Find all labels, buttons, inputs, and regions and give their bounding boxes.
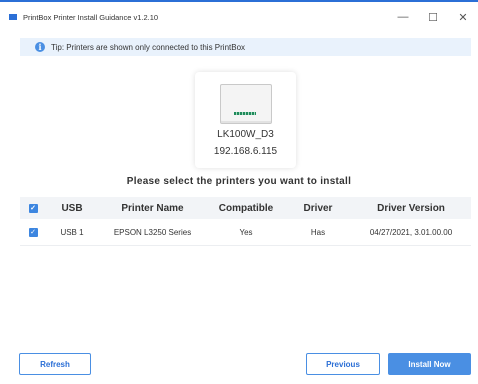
device-name: LK100W_D3: [217, 129, 274, 140]
column-header-driver: Driver: [303, 202, 333, 214]
install-now-button[interactable]: Install Now: [388, 353, 471, 375]
tip-banner: i Tip: Printers are shown only connected…: [20, 38, 471, 56]
app-icon: [9, 14, 17, 20]
cell-printer-name: EPSON L3250 Series: [113, 227, 192, 237]
select-printers-heading: Please select the printers you want to i…: [126, 176, 352, 187]
previous-button[interactable]: Previous: [306, 353, 380, 375]
table-header: ✓ USB Printer Name Compatible Driver Dri…: [20, 197, 471, 219]
maximize-icon[interactable]: ☐: [418, 2, 448, 32]
printer-table: ✓ USB Printer Name Compatible Driver Dri…: [20, 197, 471, 246]
printbox-device-icon: [220, 84, 272, 124]
cell-driver-version: 04/27/2021, 3.01.00.00: [369, 227, 453, 237]
column-header-compatible: Compatible: [218, 202, 274, 214]
window-title: PrintBox Printer Install Guidance v1.2.1…: [23, 12, 159, 22]
printbox-device-card: LK100W_D3 192.168.6.115: [195, 72, 296, 168]
cell-usb: USB 1: [60, 227, 84, 237]
minimize-icon[interactable]: —: [388, 2, 418, 32]
select-all-checkbox[interactable]: ✓: [28, 203, 38, 213]
table-row[interactable]: ✓ USB 1 EPSON L3250 Series Yes Has 04/27…: [20, 219, 471, 246]
window-controls: — ☐ ✕: [388, 2, 478, 32]
column-header-driver-version: Driver Version: [377, 202, 445, 214]
cell-compatible: Yes: [239, 227, 253, 237]
row-checkbox-cell: ✓: [20, 227, 46, 237]
row-checkbox[interactable]: ✓: [28, 227, 38, 237]
refresh-button[interactable]: Refresh: [19, 353, 91, 375]
close-icon[interactable]: ✕: [448, 2, 478, 32]
title-bar: PrintBox Printer Install Guidance v1.2.1…: [0, 2, 478, 32]
tip-text: Tip: Printers are shown only connected t…: [51, 42, 246, 52]
device-ip: 192.168.6.115: [213, 146, 278, 157]
column-header-usb: USB: [61, 202, 83, 214]
cell-driver: Has: [310, 227, 326, 237]
column-header-printer-name: Printer Name: [121, 202, 184, 214]
device-port: [234, 112, 256, 115]
info-icon: i: [35, 42, 45, 52]
select-all-cell: ✓: [20, 203, 46, 213]
